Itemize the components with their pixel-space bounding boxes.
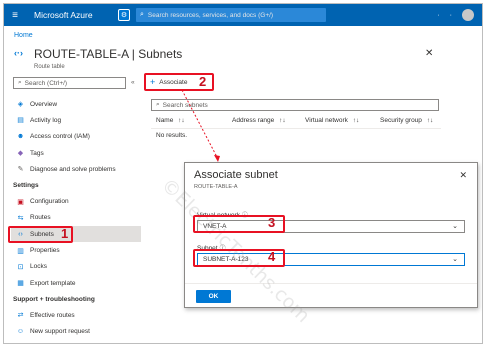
arrow-head <box>214 155 220 162</box>
dotted-arrow <box>181 89 220 162</box>
window-frame: ≡ Microsoft Azure ⚙ ⌕ Search resources, … <box>3 3 483 344</box>
arrow-line <box>181 89 219 160</box>
